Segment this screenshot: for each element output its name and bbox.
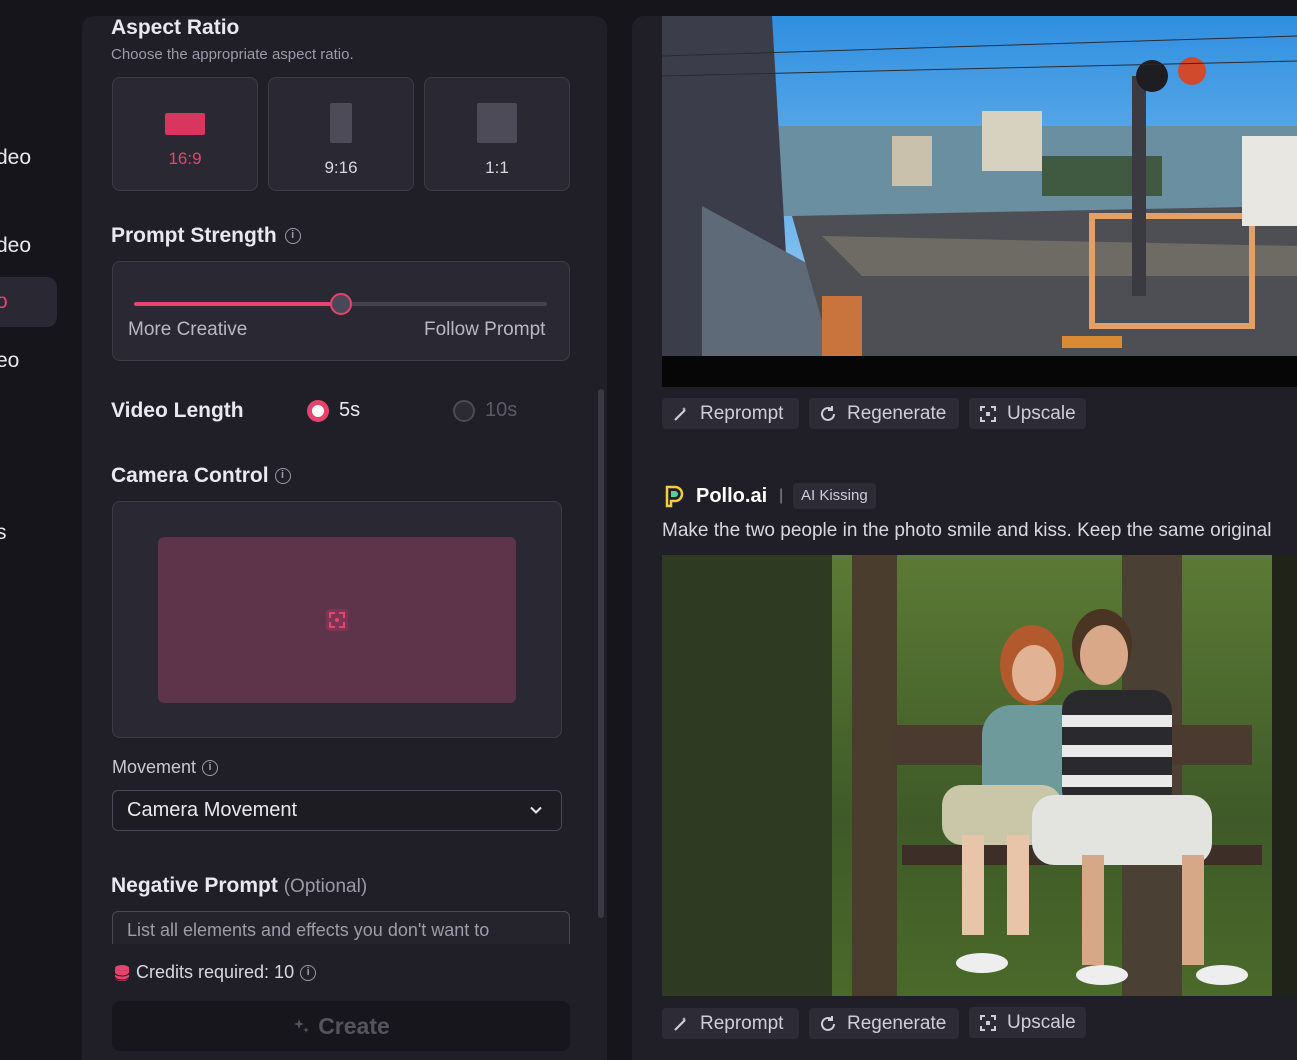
prompt-strength-title: Prompt Strength i: [111, 224, 301, 248]
slider-left-label: More Creative: [128, 319, 248, 340]
coins-icon: [114, 965, 130, 982]
aspect-ratio-title: Aspect Ratio: [111, 16, 240, 39]
brand-separator: |: [779, 487, 784, 504]
length-10s-label[interactable]: 10s: [485, 399, 517, 422]
generated-video-thumbnail-1[interactable]: [662, 16, 1297, 356]
length-10s-radio[interactable]: [453, 400, 475, 422]
magic-wand-icon: [674, 407, 686, 421]
upscale-button[interactable]: Upscale: [969, 398, 1086, 429]
aspect-ratio-subtitle: Choose the appropriate aspect ratio.: [111, 46, 354, 63]
length-5s-label[interactable]: 5s: [339, 399, 360, 422]
sparkle-icon: [294, 1019, 310, 1033]
reprompt-button[interactable]: Reprompt: [662, 1008, 799, 1039]
nav-item-3-active[interactable]: o: [0, 277, 57, 327]
refresh-icon: [821, 406, 835, 421]
info-icon[interactable]: i: [202, 760, 219, 777]
slider-right-label: Follow Prompt: [424, 319, 546, 340]
camera-control-title: Camera Control i: [111, 464, 291, 488]
upscale-icon: [980, 406, 996, 422]
magic-wand-icon: [674, 1017, 686, 1031]
video-letterbox-bar: [662, 356, 1297, 387]
left-nav: deo deo o eo s: [0, 0, 70, 1060]
refresh-icon: [821, 1016, 835, 1031]
feature-tag[interactable]: AI Kissing: [793, 483, 876, 509]
brand-name: Pollo.ai: [696, 485, 768, 507]
info-icon[interactable]: i: [284, 228, 301, 245]
create-button[interactable]: Create: [112, 1001, 570, 1051]
length-5s-radio[interactable]: [307, 400, 329, 422]
generated-video-thumbnail-2[interactable]: [662, 555, 1297, 996]
prompt-text: Make the two people in the photo smile a…: [662, 520, 1272, 541]
movement-label: Movement i: [112, 757, 219, 778]
pollo-logo-icon: [665, 485, 684, 508]
regenerate-button[interactable]: Regenerate: [809, 1008, 959, 1039]
credits-required: Credits required: 10 i: [114, 962, 317, 983]
ratio-option-1-1[interactable]: 1:1: [424, 77, 570, 191]
info-icon[interactable]: i: [300, 965, 317, 982]
ratio-16-9-icon: [165, 113, 205, 135]
movement-select[interactable]: Camera Movement: [112, 790, 562, 831]
panel-scrollbar[interactable]: [598, 389, 604, 918]
reprompt-button[interactable]: Reprompt: [662, 398, 799, 429]
upscale-button[interactable]: Upscale: [969, 1007, 1086, 1038]
negative-prompt-input[interactable]: List all elements and effects you don't …: [112, 911, 570, 945]
couple-on-bench-image: [662, 555, 1297, 996]
regenerate-button[interactable]: Regenerate: [809, 398, 959, 429]
chevron-down-icon: [530, 806, 542, 814]
focus-target-icon: [326, 609, 348, 631]
info-icon[interactable]: i: [274, 468, 291, 485]
railway-crossing-image: [662, 16, 1297, 356]
ratio-option-9-16[interactable]: 9:16: [268, 77, 414, 191]
ratio-9-16-icon: [330, 103, 352, 143]
negative-prompt-title: Negative Prompt (Optional): [111, 874, 368, 897]
ratio-1-1-icon: [477, 103, 517, 143]
prompt-strength-slider-fill: [134, 302, 341, 306]
video-length-title: Video Length: [111, 399, 244, 422]
prompt-strength-slider-thumb[interactable]: [330, 293, 352, 315]
ratio-option-16-9[interactable]: 16:9: [112, 77, 258, 191]
upscale-icon: [980, 1015, 996, 1031]
